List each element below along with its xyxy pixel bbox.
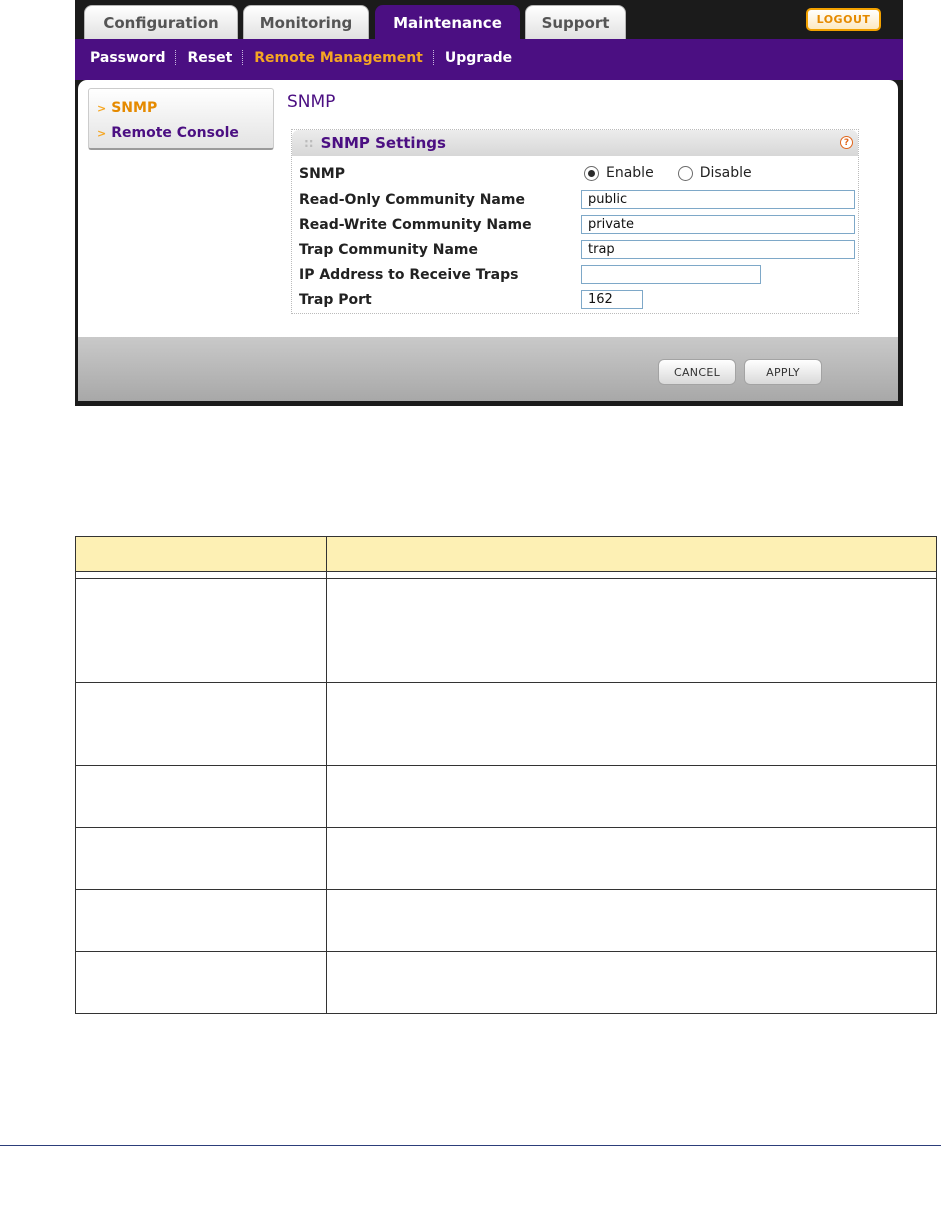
trap-community-label: Trap Community Name bbox=[299, 242, 478, 258]
subnav-password[interactable]: Password bbox=[90, 50, 165, 66]
page-title: SNMP bbox=[287, 92, 336, 112]
sub-navigation: Password Reset Remote Management Upgrade bbox=[75, 39, 903, 80]
subnav-reset[interactable]: Reset bbox=[187, 50, 232, 66]
trap-community-input[interactable]: trap bbox=[581, 240, 855, 259]
table-header-cell bbox=[326, 536, 937, 572]
page-footer-rule bbox=[0, 1145, 941, 1146]
tab-maintenance[interactable]: Maintenance bbox=[375, 5, 520, 40]
table-header-cell bbox=[75, 536, 327, 572]
read-write-community-input[interactable]: private bbox=[581, 215, 855, 234]
table-row bbox=[75, 827, 937, 890]
tab-configuration[interactable]: Configuration bbox=[84, 5, 238, 39]
chevron-right-icon: > bbox=[97, 101, 107, 115]
snmp-label: SNMP bbox=[299, 166, 345, 182]
radio-enable[interactable] bbox=[584, 165, 599, 181]
snmp-radio-group: Enable Disable bbox=[584, 165, 752, 181]
table-spacer-row bbox=[75, 571, 937, 579]
radio-selected-dot bbox=[588, 169, 595, 177]
action-bar: CANCEL APPLY bbox=[78, 337, 898, 401]
trap-ip-label: IP Address to Receive Traps bbox=[299, 267, 519, 283]
tab-monitoring[interactable]: Monitoring bbox=[243, 5, 369, 39]
table-row bbox=[75, 682, 937, 766]
chevron-right-icon: > bbox=[97, 126, 107, 140]
subnav-upgrade[interactable]: Upgrade bbox=[445, 50, 512, 66]
trap-port-input[interactable]: 162 bbox=[581, 290, 643, 309]
tab-support[interactable]: Support bbox=[525, 5, 626, 39]
subnav-remote-management[interactable]: Remote Management bbox=[254, 50, 423, 66]
section-header: :: SNMP Settings ? bbox=[292, 130, 858, 156]
table-row bbox=[75, 578, 937, 683]
trap-port-label: Trap Port bbox=[299, 292, 372, 308]
cancel-button[interactable]: CANCEL bbox=[658, 359, 736, 385]
trap-ip-input[interactable] bbox=[581, 265, 761, 284]
grip-dots-icon: :: bbox=[304, 136, 314, 150]
sidebar-item-label: Remote Console bbox=[111, 125, 239, 141]
description-table bbox=[75, 536, 937, 1014]
content-panel: > SNMP > Remote Console SNMP :: SNMP Set… bbox=[78, 80, 898, 337]
read-only-community-input[interactable]: public bbox=[581, 190, 855, 209]
snmp-settings-section: :: SNMP Settings ? SNMP Enable Disable R… bbox=[291, 129, 859, 314]
radio-disable-label: Disable bbox=[699, 165, 752, 181]
router-ui-screenshot: Configuration Monitoring Maintenance Sup… bbox=[75, 0, 903, 406]
sidebar-item-snmp[interactable]: > SNMP bbox=[97, 100, 157, 116]
section-title: SNMP Settings bbox=[320, 134, 446, 152]
logout-button[interactable]: LOGOUT bbox=[806, 8, 881, 31]
subnav-divider bbox=[242, 50, 244, 65]
subnav-divider bbox=[175, 50, 177, 65]
sidebar-item-label: SNMP bbox=[111, 100, 158, 116]
sidebar: > SNMP > Remote Console bbox=[88, 88, 274, 150]
table-row bbox=[75, 765, 937, 828]
table-header-row bbox=[75, 536, 937, 572]
help-icon[interactable]: ? bbox=[840, 136, 853, 149]
read-write-community-label: Read-Write Community Name bbox=[299, 217, 532, 233]
radio-enable-label: Enable bbox=[606, 165, 654, 181]
table-row bbox=[75, 951, 937, 1014]
radio-disable[interactable] bbox=[677, 165, 693, 181]
read-only-community-label: Read-Only Community Name bbox=[299, 192, 525, 208]
apply-button[interactable]: APPLY bbox=[744, 359, 822, 385]
sidebar-item-remote-console[interactable]: > Remote Console bbox=[97, 125, 239, 141]
table-row bbox=[75, 889, 937, 952]
subnav-divider bbox=[432, 50, 435, 65]
